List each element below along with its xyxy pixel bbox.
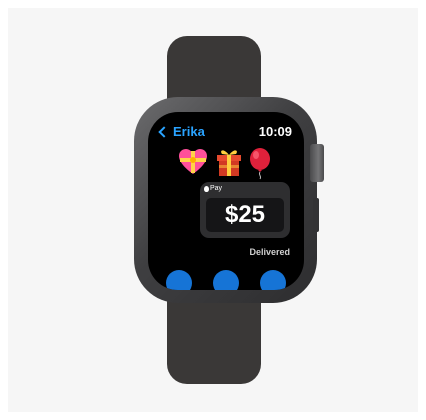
apple-pay-message-bubble[interactable]: Pay $25 — [200, 182, 290, 238]
apple-pay-label: Pay — [204, 185, 222, 192]
side-button[interactable] — [313, 198, 319, 232]
balloon-sticker-icon — [250, 148, 270, 180]
action-button-3[interactable] — [260, 270, 286, 290]
delivery-status: Delivered — [249, 247, 290, 257]
watch-screen: Erika 10:09 Pay $25 Delivered — [148, 112, 304, 290]
action-button-2[interactable] — [213, 270, 239, 290]
clock-time: 10:09 — [258, 124, 292, 139]
chevron-left-icon — [158, 125, 170, 138]
apple-logo-icon — [204, 185, 209, 192]
watch-band-bottom — [167, 290, 261, 384]
back-button[interactable]: Erika — [158, 124, 205, 139]
digital-crown[interactable] — [310, 144, 324, 182]
back-label: Erika — [173, 124, 205, 139]
payment-amount: $25 — [224, 201, 266, 228]
payment-amount-card: $25 — [206, 198, 284, 232]
action-button-1[interactable] — [166, 270, 192, 290]
gift-sticker-icon — [217, 150, 241, 176]
heart-ribbon-sticker-icon — [179, 149, 207, 174]
